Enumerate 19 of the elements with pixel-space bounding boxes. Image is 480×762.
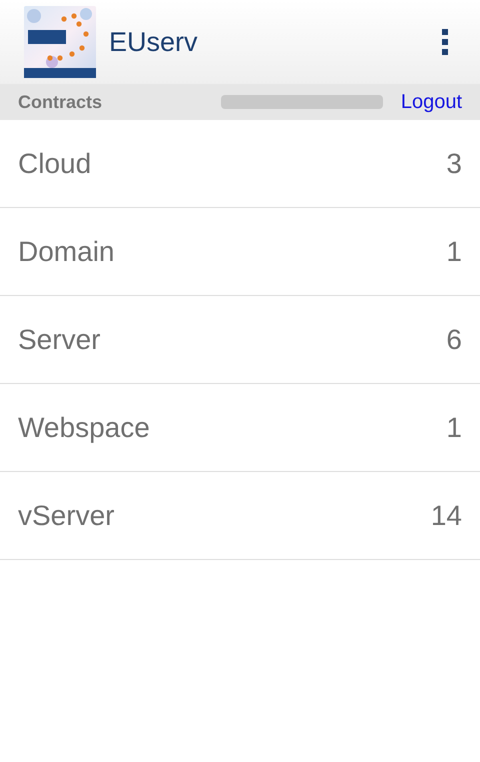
section-title: Contracts [18,92,104,112]
contract-item[interactable]: Webspace 1 [0,384,480,472]
app-title: EUserv [109,26,199,58]
contract-item[interactable]: Domain 1 [0,208,480,296]
contract-item[interactable]: vServer 14 [0,472,480,560]
contract-count: 6 [446,324,462,356]
contract-count: 1 [446,236,462,268]
contract-item[interactable]: Server 6 [0,296,480,384]
contract-count: 3 [446,148,462,180]
contract-count: 1 [446,412,462,444]
overflow-menu-button[interactable] [440,29,450,55]
contract-name: Cloud [18,148,92,180]
logout-link[interactable]: Logout [400,90,462,114]
contract-name: Webspace [18,412,150,444]
contract-count: 14 [430,500,462,532]
contract-item[interactable]: Cloud 3 [0,120,480,208]
contract-name: vServer [18,500,114,532]
contract-name: Domain [18,236,114,268]
contract-name: Server [18,324,100,356]
